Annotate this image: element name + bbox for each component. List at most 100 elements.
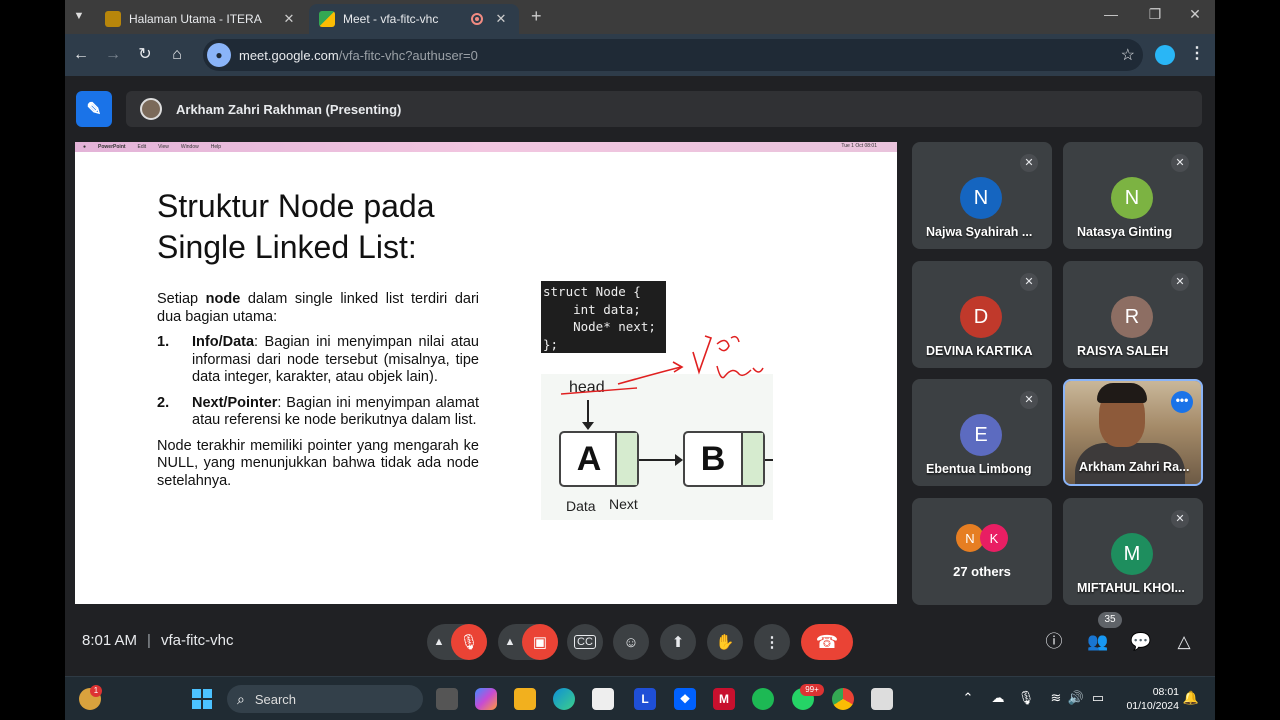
presenter-bar: Arkham Zahri Rakhman (Presenting) [126, 91, 1202, 127]
activities-icon[interactable]: △ [1172, 630, 1196, 654]
present-button[interactable]: ⬆ [660, 624, 696, 660]
tab-itera[interactable]: Halaman Utama - ITERA ✕ [95, 4, 307, 34]
emoji-icon: ☺ [623, 633, 639, 651]
code-line: struct Node { [543, 284, 641, 299]
camera-off-button[interactable]: ▣ [522, 624, 558, 660]
edge-icon[interactable] [553, 688, 575, 710]
new-tab-icon[interactable]: + [531, 6, 542, 27]
meeting-details-icon[interactable]: ⓘ [1042, 630, 1066, 654]
presenter-label: Arkham Zahri Rakhman (Presenting) [176, 101, 402, 117]
code-line: Node* next; [543, 319, 656, 334]
taskbar-clock[interactable]: 08:01 01/10/2024 [1121, 685, 1179, 713]
participant-avatar: R [1111, 296, 1153, 338]
browser-menu-icon[interactable]: ⋮ [1189, 43, 1205, 63]
intro-paragraph: Setiap node dalam single linked list ter… [157, 291, 479, 326]
node-b: B [683, 431, 765, 487]
task-view-icon[interactable] [436, 688, 458, 710]
video-options-chevron-icon[interactable]: ▲ [498, 636, 522, 648]
minimize-icon[interactable]: — [1101, 6, 1121, 22]
tab-search-chevron-icon[interactable]: ▼ [71, 8, 87, 24]
participant-tile[interactable]: ✕ M MIFTAHUL KHOI... [1063, 498, 1203, 605]
menu-app: PowerPoint [98, 144, 126, 150]
participant-tile[interactable]: ✕ N Najwa Syahirah ... [912, 142, 1052, 249]
intro-text: Setiap [157, 291, 206, 307]
store-icon[interactable] [592, 688, 614, 710]
mac-menubar: ● PowerPoint Edit View Window Help Tue 1… [75, 142, 897, 152]
reload-icon[interactable]: ↻ [135, 45, 155, 65]
volume-icon[interactable]: 🔊 [1067, 690, 1085, 706]
participant-avatar: N [1111, 177, 1153, 219]
list-item: 2. Next/Pointer: Bagian ini menyimpan al… [157, 395, 479, 430]
wifi-icon[interactable]: ≋ [1047, 690, 1065, 706]
node-a-next [615, 433, 637, 485]
list-bold: Next/Pointer [192, 394, 278, 411]
bookmark-star-icon[interactable]: ☆ [1121, 45, 1135, 65]
participant-avatar: D [960, 296, 1002, 338]
meet-companion-icon[interactable]: ✎ [76, 91, 112, 127]
participant-avatar: E [960, 414, 1002, 456]
mcafee-icon[interactable]: M [713, 688, 735, 710]
forward-icon[interactable]: → [103, 45, 123, 65]
battery-icon[interactable]: ▭ [1089, 690, 1107, 706]
mic-off-icon: ✕ [1020, 391, 1038, 409]
onedrive-icon[interactable]: ☁ [989, 690, 1007, 706]
close-window-icon[interactable]: ✕ [1185, 6, 1205, 23]
close-tab-icon[interactable]: ✕ [493, 11, 509, 27]
taskbar-search[interactable]: ⌕ Search [227, 685, 423, 713]
others-count: 27 others [953, 564, 1011, 579]
dropbox-icon[interactable]: ❖ [674, 688, 696, 710]
back-icon[interactable]: ← [71, 45, 91, 65]
slide-body: Setiap node dalam single linked list ter… [157, 291, 479, 498]
tray-mic-icon[interactable]: 🎙 [1017, 690, 1035, 706]
participant-name: Arkham Zahri Ra... [1079, 460, 1190, 474]
participant-tile[interactable]: ✕ E Ebentua Limbong [912, 379, 1052, 486]
meeting-code: vfa-fitc-vhc [160, 632, 234, 649]
tab-meet[interactable]: Meet - vfa-fitc-vhc ✕ [309, 4, 519, 34]
menu-apple-icon: ● [83, 144, 87, 150]
node-a: A [559, 431, 639, 487]
notifications-bell-icon[interactable]: 🔔 [1182, 690, 1200, 706]
lightshot-icon[interactable]: L [634, 688, 656, 710]
people-icon[interactable]: 👥 [1086, 630, 1110, 654]
copilot-icon[interactable] [475, 688, 497, 710]
tile-more-options-icon[interactable]: ••• [1171, 391, 1193, 413]
mic-permission-icon[interactable]: ● [207, 43, 231, 67]
camera-control: ▲ ▣ [498, 624, 558, 660]
profile-avatar[interactable] [1155, 45, 1175, 65]
participant-tile[interactable]: ✕ N Natasya Ginting [1063, 142, 1203, 249]
participant-name: Natasya Ginting [1077, 225, 1173, 239]
captions-icon: CC [574, 635, 596, 649]
leave-call-button[interactable]: ☎ [801, 624, 853, 660]
home-icon[interactable]: ⌂ [167, 45, 187, 65]
close-tab-icon[interactable]: ✕ [281, 11, 297, 27]
restore-icon[interactable]: ❐ [1145, 6, 1165, 23]
url-bar[interactable]: ● meet.google.com /vfa-fitc-vhc?authuser… [203, 39, 1143, 71]
camera-hair [1097, 383, 1147, 403]
menu-item: Edit [137, 144, 147, 150]
more-options-button[interactable]: ⋮ [754, 624, 790, 660]
meet-window: ▼ Halaman Utama - ITERA ✕ Meet - vfa-fit… [65, 0, 1215, 720]
mic-control: ▲ 🎙 [427, 624, 487, 660]
spotify-icon[interactable] [752, 688, 774, 710]
start-icon[interactable] [191, 688, 213, 710]
participant-tile[interactable]: ✕ D DEVINA KARTIKA [912, 261, 1052, 368]
linked-list-diagram: head A B Data Next [541, 374, 773, 520]
participant-avatar: M [1111, 533, 1153, 575]
chrome-icon[interactable] [832, 688, 854, 710]
raise-hand-button[interactable]: ✋ [707, 624, 743, 660]
presenter-video-tile[interactable]: ••• Arkham Zahri Ra... [1063, 379, 1203, 486]
participant-count-badge: 35 [1098, 612, 1122, 628]
mic-off-button[interactable]: 🎙 [451, 624, 487, 660]
itera-app-icon[interactable] [871, 688, 893, 710]
tray-chevron-icon[interactable]: ⌃ [959, 690, 977, 706]
reactions-button[interactable]: ☺ [613, 624, 649, 660]
file-explorer-icon[interactable] [514, 688, 536, 710]
captions-button[interactable]: CC [567, 624, 603, 660]
audio-options-chevron-icon[interactable]: ▲ [427, 636, 451, 648]
data-label: Data [566, 498, 596, 514]
others-tile[interactable]: N K 27 others [912, 498, 1052, 605]
search-icon: ⌕ [237, 690, 245, 707]
chat-icon[interactable]: 💬 [1129, 630, 1153, 654]
participant-tile[interactable]: ✕ R RAISYA SALEH [1063, 261, 1203, 368]
widgets-badge: 1 [90, 685, 102, 697]
